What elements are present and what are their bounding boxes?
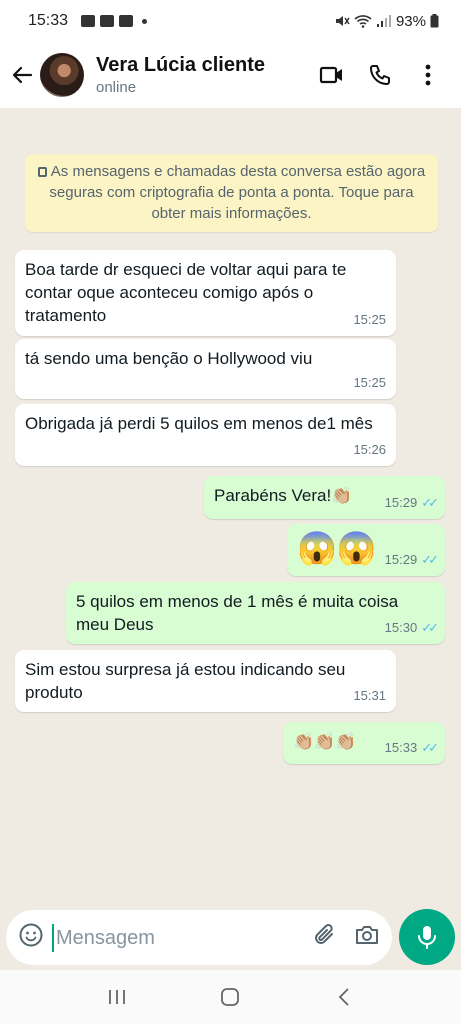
read-ticks-icon: ✓✓ [421, 620, 439, 635]
home-icon [221, 988, 240, 1006]
read-ticks-icon: ✓✓ [421, 552, 439, 567]
message-time: 15:29 [384, 495, 418, 510]
recents-button[interactable] [102, 982, 132, 1012]
contact-presence: online [96, 79, 137, 96]
lock-icon [37, 167, 47, 177]
message-bubble[interactable]: 👏🏼👏🏼👏🏼 15:33 ✓✓ [283, 722, 445, 764]
encryption-notice-text: As mensagens e chamadas desta conversa e… [49, 163, 426, 222]
more-options-button[interactable] [413, 60, 443, 90]
message-text: 5 quilos em menos de 1 mês é muita coisa… [76, 592, 399, 634]
video-call-icon [319, 66, 342, 84]
message-bubble[interactable]: tá sendo uma benção o Hollywood viu 15:2… [15, 339, 396, 399]
message-time: 15:31 [353, 688, 386, 703]
image-notification-icon [100, 15, 115, 27]
message-time: 15:25 [353, 375, 386, 390]
wifi-icon [354, 15, 372, 28]
camera-button[interactable] [354, 923, 380, 952]
mute-icon [335, 16, 350, 26]
message-notification-icon [81, 15, 96, 27]
phone-icon [370, 65, 390, 85]
message-bubble[interactable]: Sim estou surpresa já estou indicando se… [15, 650, 396, 712]
emoji-icon [19, 923, 43, 947]
message-composer: Mensagem [6, 910, 392, 965]
chat-header: Vera Lúcia cliente online [0, 42, 461, 108]
message-text: Sim estou surpresa já estou indicando se… [25, 660, 346, 702]
status-bar: 15:33 93% [0, 0, 461, 42]
video-call-button[interactable] [317, 60, 347, 90]
message-time: 15:25 [353, 312, 386, 327]
message-time: 15:29 [384, 552, 418, 567]
attach-button[interactable] [312, 922, 338, 953]
back-nav-icon [338, 988, 349, 1006]
voicemail-notification-icon [119, 15, 134, 27]
more-vert-icon [425, 64, 431, 86]
voice-message-button[interactable] [399, 909, 455, 965]
back-button[interactable] [4, 57, 40, 93]
back-arrow-icon [12, 66, 33, 84]
system-nav-bar [0, 970, 461, 1024]
message-text: Boa tarde dr esqueci de voltar aqui para… [25, 260, 347, 325]
contact-name: Vera Lúcia cliente [96, 54, 265, 76]
message-bubble[interactable]: Parabéns Vera!👏🏼 15:29 ✓✓ [204, 476, 445, 519]
home-button[interactable] [215, 982, 245, 1012]
voice-call-button[interactable] [365, 60, 395, 90]
mic-icon [418, 926, 436, 949]
signal-icon [376, 15, 391, 27]
more-notifications-icon [142, 18, 148, 24]
encryption-notice[interactable]: As mensagens e chamadas desta conversa e… [25, 154, 438, 232]
message-time: 15:30 [384, 620, 418, 635]
message-time: 15:26 [353, 442, 386, 457]
status-time: 15:33 [28, 12, 69, 29]
battery-percent: 93% [395, 12, 426, 30]
read-ticks-icon: ✓✓ [421, 495, 439, 510]
chat-area[interactable]: As mensagens e chamadas desta conversa e… [0, 108, 461, 970]
battery-icon [430, 14, 439, 28]
message-text: tá sendo uma benção o Hollywood viu [25, 349, 313, 368]
read-ticks-icon: ✓✓ [421, 740, 439, 755]
contact-info[interactable]: Vera Lúcia cliente online [96, 54, 265, 96]
recents-icon [108, 990, 125, 1004]
contact-avatar[interactable] [40, 53, 84, 97]
camera-icon [356, 926, 378, 944]
back-nav-button[interactable] [329, 982, 359, 1012]
emoji-button[interactable] [18, 922, 44, 953]
message-time: 15:33 [384, 740, 418, 755]
attach-icon [315, 924, 333, 944]
message-bubble[interactable]: 5 quilos em menos de 1 mês é muita coisa… [66, 582, 445, 644]
message-text: Obrigada já perdi 5 quilos em menos de1 … [25, 414, 373, 433]
message-input[interactable]: Mensagem [52, 923, 282, 952]
message-bubble[interactable]: Boa tarde dr esqueci de voltar aqui para… [15, 250, 396, 336]
message-bubble[interactable]: 😱😱 15:29 ✓✓ [287, 524, 445, 576]
message-bubble[interactable]: Obrigada já perdi 5 quilos em menos de1 … [15, 404, 396, 466]
